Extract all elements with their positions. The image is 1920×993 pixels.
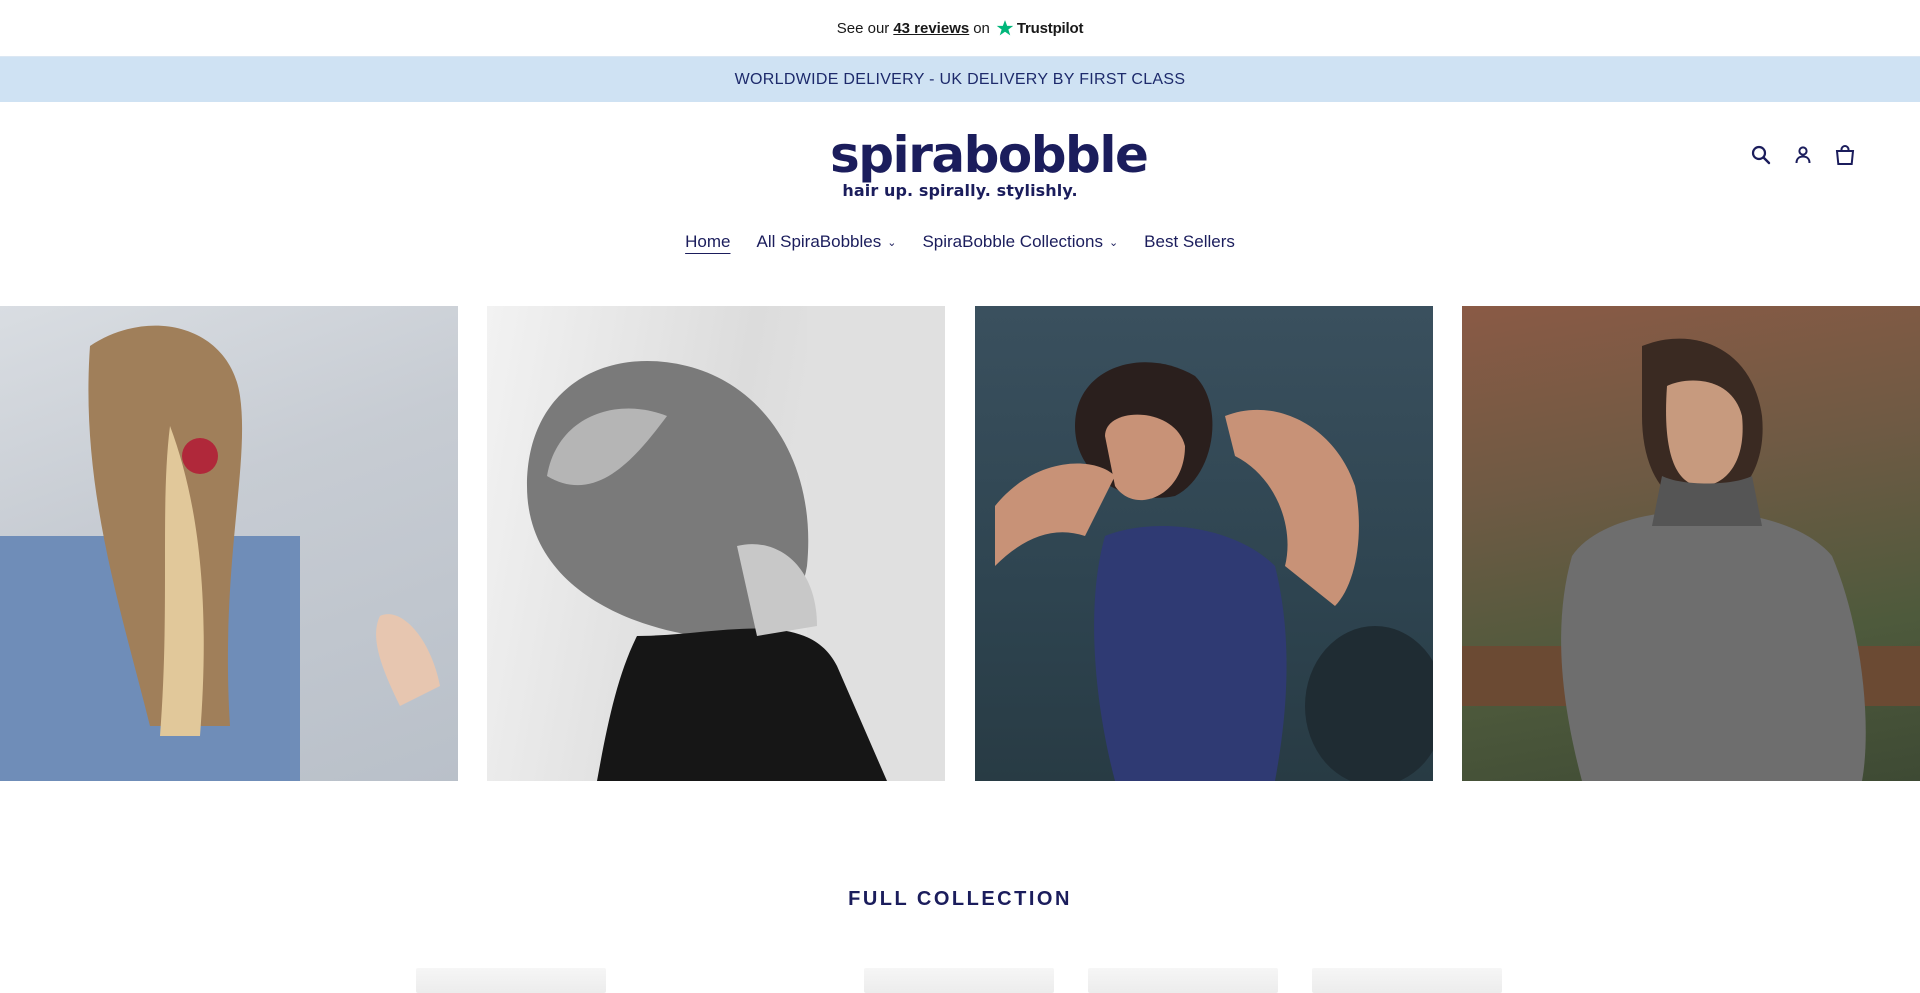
site-header: spirabobble hair up. spirally. stylishly… <box>0 102 1920 302</box>
main-nav: Home All SpiraBobbles ⌄ SpiraBobble Coll… <box>0 226 1920 258</box>
nav-label: Best Sellers <box>1144 232 1235 251</box>
nav-item-best-sellers[interactable]: Best Sellers <box>1144 226 1235 258</box>
trustpilot-bar: See our 43 reviews on Trustpilot <box>0 0 1920 56</box>
section-title-full-collection: FULL COLLECTION <box>848 888 1072 910</box>
trustpilot-suffix: on <box>973 19 990 37</box>
gallery-photo-ponytail-bw[interactable] <box>487 306 946 781</box>
nav-item-home[interactable]: Home <box>685 226 730 258</box>
trustpilot-brand: Trustpilot <box>1016 19 1084 37</box>
trustpilot-prefix: See our <box>836 19 890 37</box>
gallery-photo-gym[interactable] <box>974 306 1433 781</box>
product-card[interactable] <box>1312 968 1502 993</box>
hero-gallery <box>0 306 1920 781</box>
product-card[interactable] <box>1088 968 1278 993</box>
product-card[interactable] <box>864 968 1054 993</box>
chevron-down-icon: ⌄ <box>1108 236 1119 249</box>
trustpilot-logo[interactable]: Trustpilot <box>996 19 1083 37</box>
nav-label: All SpiraBobbles <box>756 232 882 251</box>
logo-wordmark: spirabobble <box>830 126 1149 184</box>
nav-item-collections[interactable]: SpiraBobble Collections ⌄ <box>922 226 1118 258</box>
site-logo[interactable]: spirabobble hair up. spirally. stylishly… <box>830 126 1149 211</box>
logo-tagline: hair up. spirally. stylishly. <box>842 181 1078 200</box>
product-card[interactable] <box>416 968 606 993</box>
search-icon[interactable] <box>1750 144 1772 166</box>
gallery-photo-sweater[interactable] <box>1461 306 1920 781</box>
product-card[interactable] <box>640 968 830 993</box>
nav-item-all-spirabobbles[interactable]: All SpiraBobbles ⌄ <box>756 226 896 258</box>
account-icon[interactable] <box>1792 144 1814 166</box>
announcement-bar: WORLDWIDE DELIVERY - UK DELIVERY BY FIRS… <box>0 56 1920 102</box>
trustpilot-star-icon <box>996 20 1014 36</box>
product-grid <box>0 968 1920 993</box>
cart-icon[interactable] <box>1834 144 1856 166</box>
reviews-link[interactable]: 43 reviews <box>893 20 969 37</box>
announcement-text: WORLDWIDE DELIVERY - UK DELIVERY BY FIRS… <box>734 70 1186 88</box>
header-actions <box>1750 144 1856 166</box>
nav-label: SpiraBobble Collections <box>922 232 1103 251</box>
chevron-down-icon: ⌄ <box>887 236 897 249</box>
nav-label: Home <box>685 232 731 251</box>
gallery-photo-ponytail-blonde[interactable] <box>0 306 458 781</box>
